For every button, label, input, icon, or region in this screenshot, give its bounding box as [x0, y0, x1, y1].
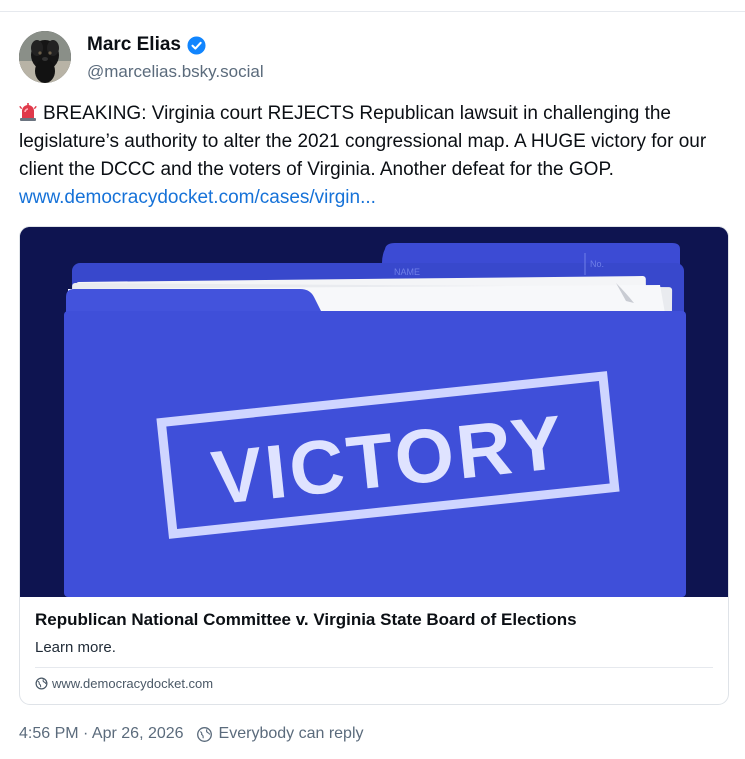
author-info: Marc Elias @marcelias.bsky.social: [87, 34, 264, 82]
handle[interactable]: @marcelias.bsky.social: [87, 62, 264, 82]
police-light-icon: [19, 102, 37, 122]
post: Marc Elias @marcelias.bsky.social BREAKI…: [0, 0, 745, 759]
link-card[interactable]: NAME No. VICTORY Republican National Com…: [19, 226, 729, 705]
card-description: Learn more.: [35, 639, 116, 656]
avatar[interactable]: [19, 31, 71, 83]
tab-name-label: NAME: [394, 267, 420, 277]
card-divider: [35, 667, 713, 668]
card-image[interactable]: NAME No. VICTORY: [20, 227, 728, 597]
card-domain-text: www.democracydocket.com: [52, 676, 214, 691]
reply-setting[interactable]: Everybody can reply: [219, 725, 364, 743]
folder-victory-illustration: NAME No. VICTORY: [20, 227, 728, 597]
dog-avatar-icon: [19, 31, 71, 83]
post-meta: 4:56 PM · Apr 26, 2026 Everybody can rep…: [19, 725, 364, 743]
post-text: BREAKING: Virginia court REJECTS Republi…: [19, 100, 731, 212]
timestamp[interactable]: 4:56 PM · Apr 26, 2026: [19, 725, 184, 743]
card-domain: www.democracydocket.com: [35, 676, 213, 691]
reply-settings-icon: [196, 726, 213, 743]
verified-check-icon[interactable]: [187, 35, 206, 55]
name-row: Marc Elias: [87, 34, 264, 56]
post-body: BREAKING: Virginia court REJECTS Republi…: [19, 103, 707, 180]
globe-icon: [35, 677, 48, 690]
card-title[interactable]: Republican National Committee v. Virgini…: [35, 610, 577, 630]
post-link[interactable]: www.democracydocket.com/cases/virgin...: [19, 187, 376, 208]
tab-no-label: No.: [590, 259, 604, 269]
post-header: Marc Elias @marcelias.bsky.social: [19, 31, 264, 87]
display-name[interactable]: Marc Elias: [87, 34, 181, 56]
